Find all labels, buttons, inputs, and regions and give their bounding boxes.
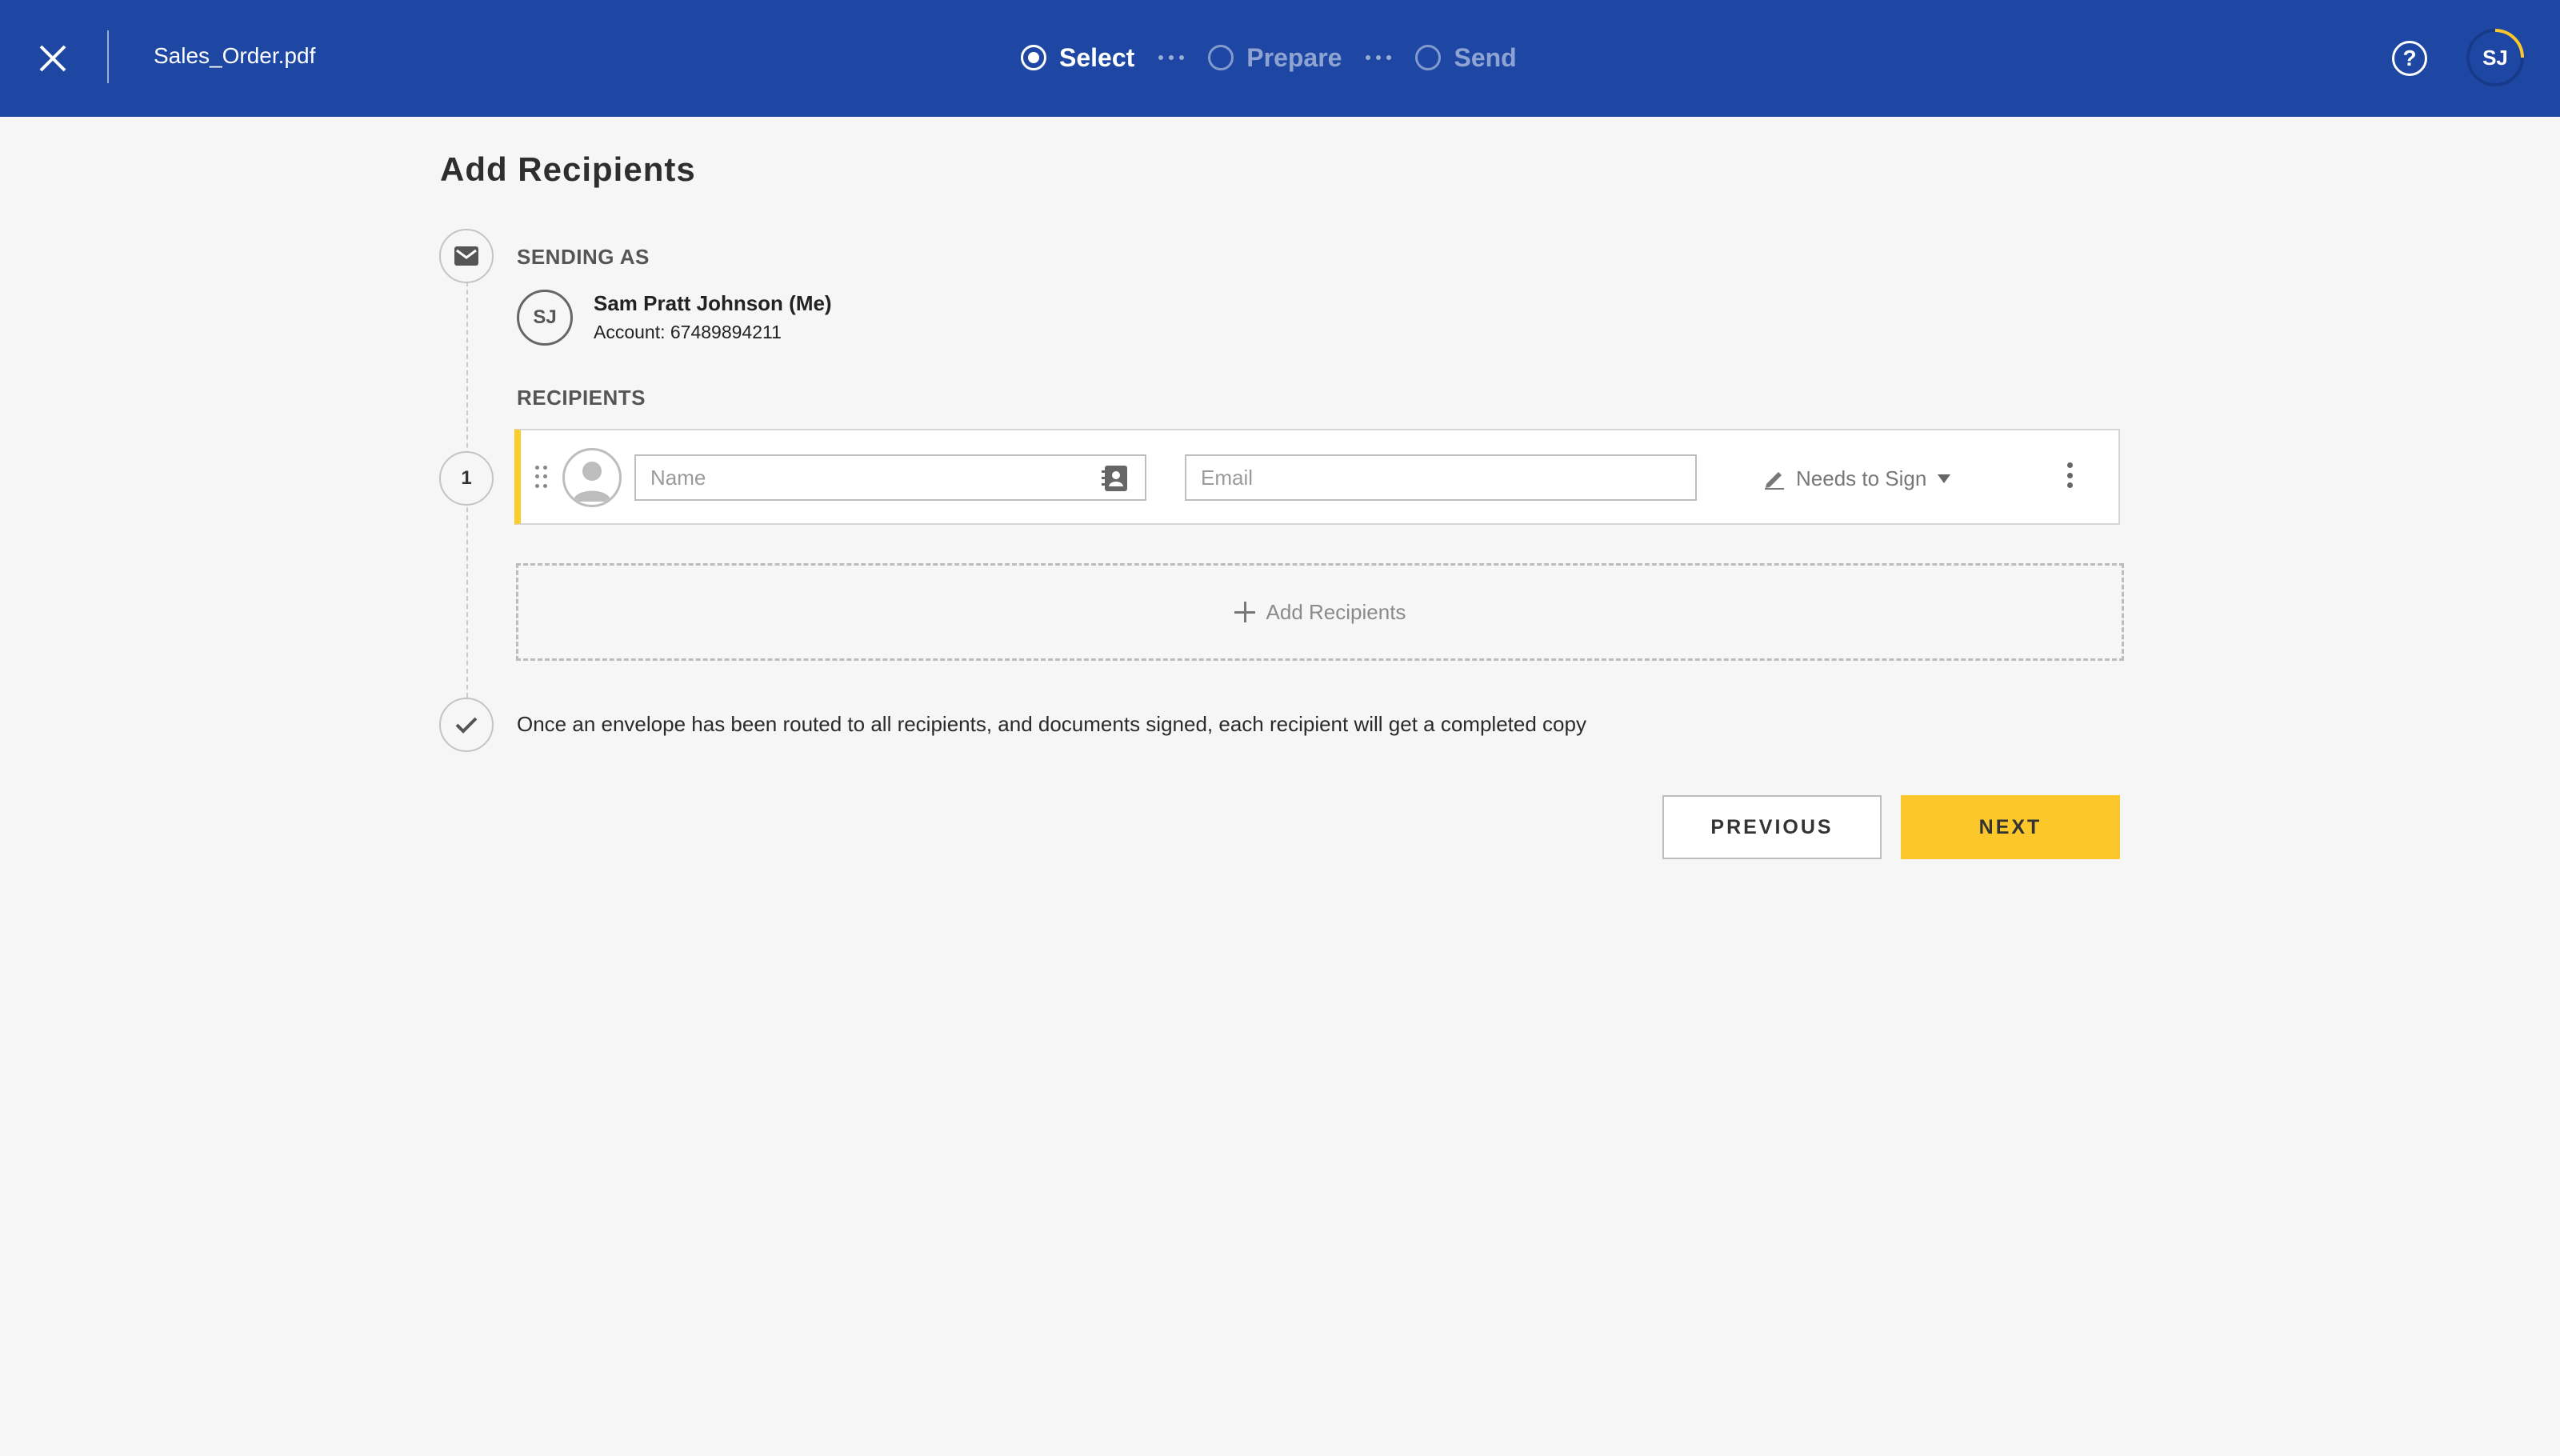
- close-icon: [39, 45, 66, 72]
- timeline-step-sender: [439, 229, 494, 283]
- next-button[interactable]: NEXT: [1901, 795, 2120, 859]
- drag-handle-icon[interactable]: [535, 466, 548, 490]
- question-circle-icon: ?: [2402, 46, 2417, 70]
- step-prepare[interactable]: Prepare: [1208, 43, 1342, 73]
- person-icon: [562, 448, 622, 507]
- help-button[interactable]: ?: [2392, 41, 2427, 76]
- sender-avatar: SJ: [517, 290, 573, 346]
- header-divider: [107, 30, 109, 83]
- timeline-step-complete: [439, 698, 494, 752]
- step-separator: [1158, 55, 1185, 60]
- top-bar: Sales_Order.pdf Select Prepare Send ? SJ: [0, 0, 2560, 117]
- envelope-icon: [454, 246, 478, 266]
- document-filename: Sales_Order.pdf: [154, 43, 316, 68]
- user-initials: SJ: [2482, 45, 2508, 70]
- caret-down-icon: [1938, 474, 1951, 483]
- address-book-icon: [1102, 466, 1127, 491]
- progress-steps: Select Prepare Send: [1021, 38, 1517, 77]
- add-recipients-button[interactable]: Add Recipients: [516, 563, 2124, 661]
- close-button[interactable]: [30, 36, 75, 81]
- recipients-label: RECIPIENTS: [517, 386, 646, 410]
- step-select[interactable]: Select: [1021, 43, 1134, 73]
- sender-name: Sam Pratt Johnson (Me): [594, 291, 832, 315]
- step-send[interactable]: Send: [1415, 42, 1517, 73]
- page-title: Add Recipients: [440, 150, 696, 188]
- recipient-card: Needs to Sign: [514, 429, 2120, 525]
- step-separator: [1366, 55, 1392, 60]
- recipient-email-input[interactable]: [1185, 454, 1697, 501]
- recipient-order-badge[interactable]: 1: [439, 451, 494, 506]
- checkmark-icon: [455, 717, 478, 734]
- recipient-name-input[interactable]: [634, 454, 1146, 501]
- contacts-button[interactable]: [1098, 462, 1130, 494]
- step-label: Send: [1454, 42, 1517, 72]
- radio-icon: [1208, 45, 1234, 70]
- sending-as-label: SENDING AS: [517, 245, 650, 269]
- step-label: Select: [1059, 42, 1135, 72]
- radio-icon: [1415, 45, 1442, 70]
- role-label: Needs to Sign: [1796, 466, 1927, 490]
- plus-icon: [1234, 602, 1255, 622]
- radio-icon: [1021, 45, 1046, 70]
- user-avatar-button[interactable]: SJ: [2466, 28, 2525, 87]
- add-recipients-label: Add Recipients: [1266, 599, 1406, 624]
- recipient-role-dropdown[interactable]: Needs to Sign: [1762, 459, 1951, 498]
- step-label: Prepare: [1246, 42, 1342, 72]
- completion-note: Once an envelope has been routed to all …: [517, 712, 1586, 736]
- sender-account: Account: 67489894211: [594, 322, 782, 342]
- pen-icon: [1762, 466, 1786, 490]
- previous-button[interactable]: PREVIOUS: [1662, 795, 1882, 859]
- more-options-icon[interactable]: [2060, 459, 2079, 491]
